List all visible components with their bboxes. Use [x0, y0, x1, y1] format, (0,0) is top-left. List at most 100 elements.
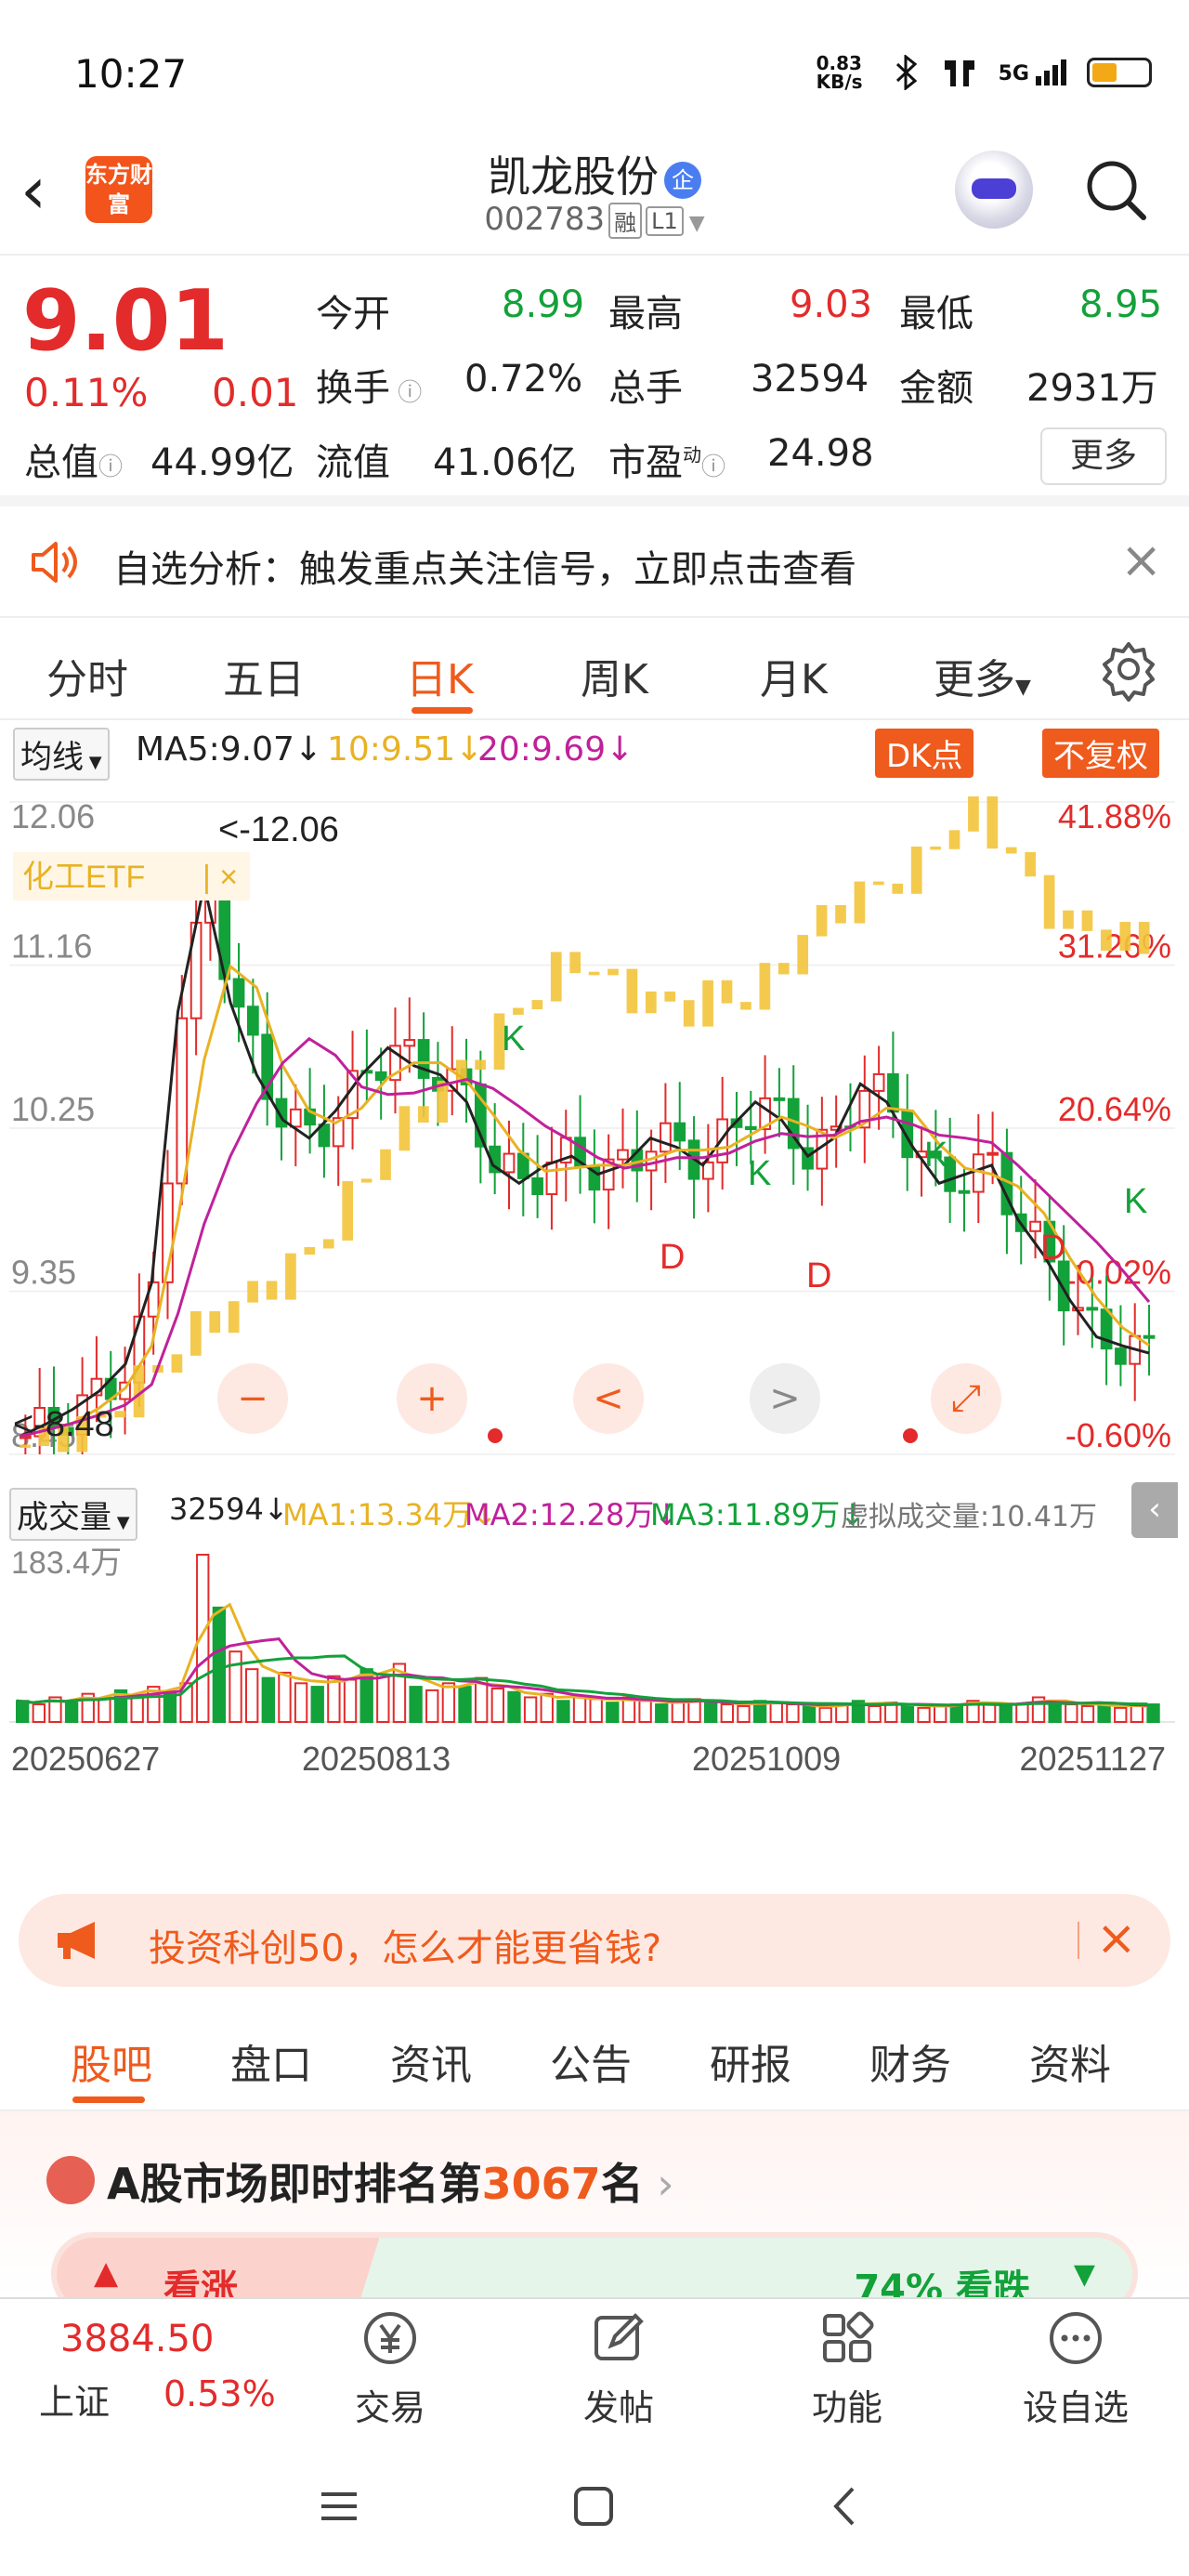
candle-body: [503, 1152, 516, 1174]
signal-marker: K: [1124, 1182, 1147, 1221]
notice-text[interactable]: 自选分析：触发重点关注信号，立即点击查看: [113, 539, 856, 593]
tab-monthly-k[interactable]: 月K: [760, 646, 828, 705]
signal-marker: D: [806, 1256, 831, 1295]
notice-bar[interactable]: 自选分析：触发重点关注信号，立即点击查看 ×: [0, 506, 1189, 618]
etf-candle: [816, 904, 828, 937]
assistant-robot-icon[interactable]: [955, 151, 1033, 229]
signal-marker: D: [1040, 1229, 1065, 1268]
nav-post[interactable]: 发帖: [554, 2308, 684, 2430]
volume-value: 32594: [751, 358, 869, 401]
nav-trade-label: 交易: [354, 2387, 425, 2428]
candle-body: [744, 1125, 757, 1131]
date-label: 20250627: [11, 1740, 160, 1778]
zoom-out-icon[interactable]: −: [217, 1363, 288, 1434]
index-pct[interactable]: 0.53%: [163, 2373, 276, 2414]
fullscreen-icon[interactable]: ⤢: [931, 1363, 1001, 1434]
collapse-panel-icon[interactable]: ‹: [1131, 1482, 1178, 1538]
candle-body: [901, 1111, 914, 1159]
close-icon[interactable]: ×: [1120, 531, 1162, 589]
candle-body: [1029, 1220, 1041, 1232]
volume-bar: [802, 1704, 817, 1724]
code-dropdown-icon[interactable]: ▼: [689, 212, 705, 235]
volume-chart[interactable]: 183.4万 20250627 20250813 20251009 20251127: [9, 1538, 1175, 1789]
search-icon[interactable]: [1082, 156, 1149, 223]
change-pct: 0.11%: [24, 370, 149, 415]
rank-text[interactable]: A股市场即时排名第3067名 ›: [107, 2150, 674, 2212]
nav-add-watchlist[interactable]: 设自选: [1011, 2308, 1141, 2430]
etf-candle: [1063, 910, 1074, 929]
more-quote-button[interactable]: 更多: [1040, 427, 1167, 485]
tab-research[interactable]: 研报: [710, 2031, 791, 2091]
tab-intraday[interactable]: 分时: [46, 646, 128, 705]
tab-more-label: 更多: [934, 656, 1015, 703]
ma10-line: [20, 964, 1150, 1439]
volume-bar: [934, 1704, 947, 1724]
tab-forum[interactable]: 股吧: [71, 2031, 152, 2091]
dk-button[interactable]: DK点: [875, 729, 974, 778]
etf-candle: [910, 846, 922, 894]
etf-candle: [626, 968, 638, 1014]
zoom-in-icon[interactable]: +: [397, 1363, 467, 1434]
tab-weekly-k[interactable]: 周K: [581, 646, 648, 705]
scroll-left-icon[interactable]: <: [573, 1363, 644, 1434]
scroll-right-icon[interactable]: >: [750, 1363, 820, 1434]
menu-icon[interactable]: [316, 2483, 362, 2530]
pe-value: 24.98: [767, 432, 874, 475]
ad-text[interactable]: 投资科创50，怎么才能更省钱?: [149, 1918, 661, 1972]
candle-body: [986, 1151, 999, 1156]
kline-chart[interactable]: 12.0611.1610.259.358.4541.88%31.26%20.64…: [9, 785, 1175, 1473]
gear-icon[interactable]: [1096, 637, 1161, 702]
volume-value: 32594↓: [169, 1492, 289, 1527]
nav-trade[interactable]: 交易: [325, 2308, 455, 2430]
tab-announcements[interactable]: 公告: [550, 2031, 632, 2091]
tab-daily-k[interactable]: 日K: [406, 646, 474, 705]
up-arrow-icon: ▲: [94, 2254, 119, 2292]
rank-prefix: A股市场即时排名第: [107, 2159, 482, 2209]
ma-select[interactable]: 均线 ▼: [13, 728, 110, 781]
y-tick-label: 11.16: [11, 927, 92, 966]
chevron-down-icon: ▼: [111, 1513, 130, 1532]
close-icon[interactable]: ×: [1096, 1911, 1137, 1966]
candle-body: [872, 1072, 885, 1092]
tab-profile[interactable]: 资料: [1029, 2031, 1111, 2091]
etf-candle: [437, 1080, 449, 1123]
rank-suffix: 名: [600, 2159, 644, 2209]
back-icon[interactable]: [823, 2483, 869, 2530]
ma5-label: MA5:9.07↓: [136, 730, 323, 769]
tab-orderbook[interactable]: 盘口: [230, 2031, 312, 2091]
index-value[interactable]: 3884.50: [60, 2318, 214, 2360]
nav-functions[interactable]: 功能: [782, 2308, 912, 2430]
tab-five-day[interactable]: 五日: [223, 646, 305, 705]
pct-tick-label: 20.64%: [1058, 1090, 1171, 1128]
etf-candle: [228, 1301, 240, 1334]
volume-value-text: 32594: [169, 1492, 264, 1527]
candle-body: [176, 1017, 189, 1185]
tab-more[interactable]: 更多▼: [934, 646, 1031, 705]
volume-bar: [32, 1703, 46, 1723]
high-label: 最高: [608, 293, 683, 335]
margin-tag: 融: [608, 203, 643, 239]
index-name[interactable]: 上证: [39, 2373, 110, 2425]
tab-news[interactable]: 资讯: [390, 2031, 472, 2091]
volume-select[interactable]: 成交量 ▼: [9, 1488, 137, 1541]
enterprise-badge: 企: [664, 161, 701, 199]
info-icon[interactable]: ⓘ: [98, 453, 123, 481]
y-tick-label: 12.06: [11, 797, 95, 835]
signal-icon: 5G: [999, 59, 1066, 85]
vol-ma1-text: MA1:13.34万: [282, 1497, 473, 1532]
volume-bar: [458, 1686, 472, 1724]
volume-bar: [16, 1700, 30, 1723]
etf-candle: [892, 883, 904, 894]
ad-banner[interactable]: 投资科创50，怎么才能更省钱? ×: [19, 1894, 1170, 1987]
status-icons: 0.83 KB/s 5G: [817, 54, 1152, 91]
net-speed: 0.83 KB/s: [816, 52, 863, 93]
info-icon[interactable]: ⓘ: [390, 379, 422, 407]
tab-financials[interactable]: 财务: [869, 2031, 951, 2091]
period-tabs: 分时 五日 日K 周K 月K 更多▼: [0, 618, 1189, 720]
home-icon[interactable]: [570, 2483, 617, 2530]
volume-bar: [1080, 1704, 1095, 1724]
info-icon[interactable]: ⓘ: [701, 453, 725, 481]
adjust-button[interactable]: 不复权: [1042, 729, 1159, 778]
pct-tick-label: 41.88%: [1058, 797, 1171, 835]
volume-bar: [343, 1678, 358, 1724]
